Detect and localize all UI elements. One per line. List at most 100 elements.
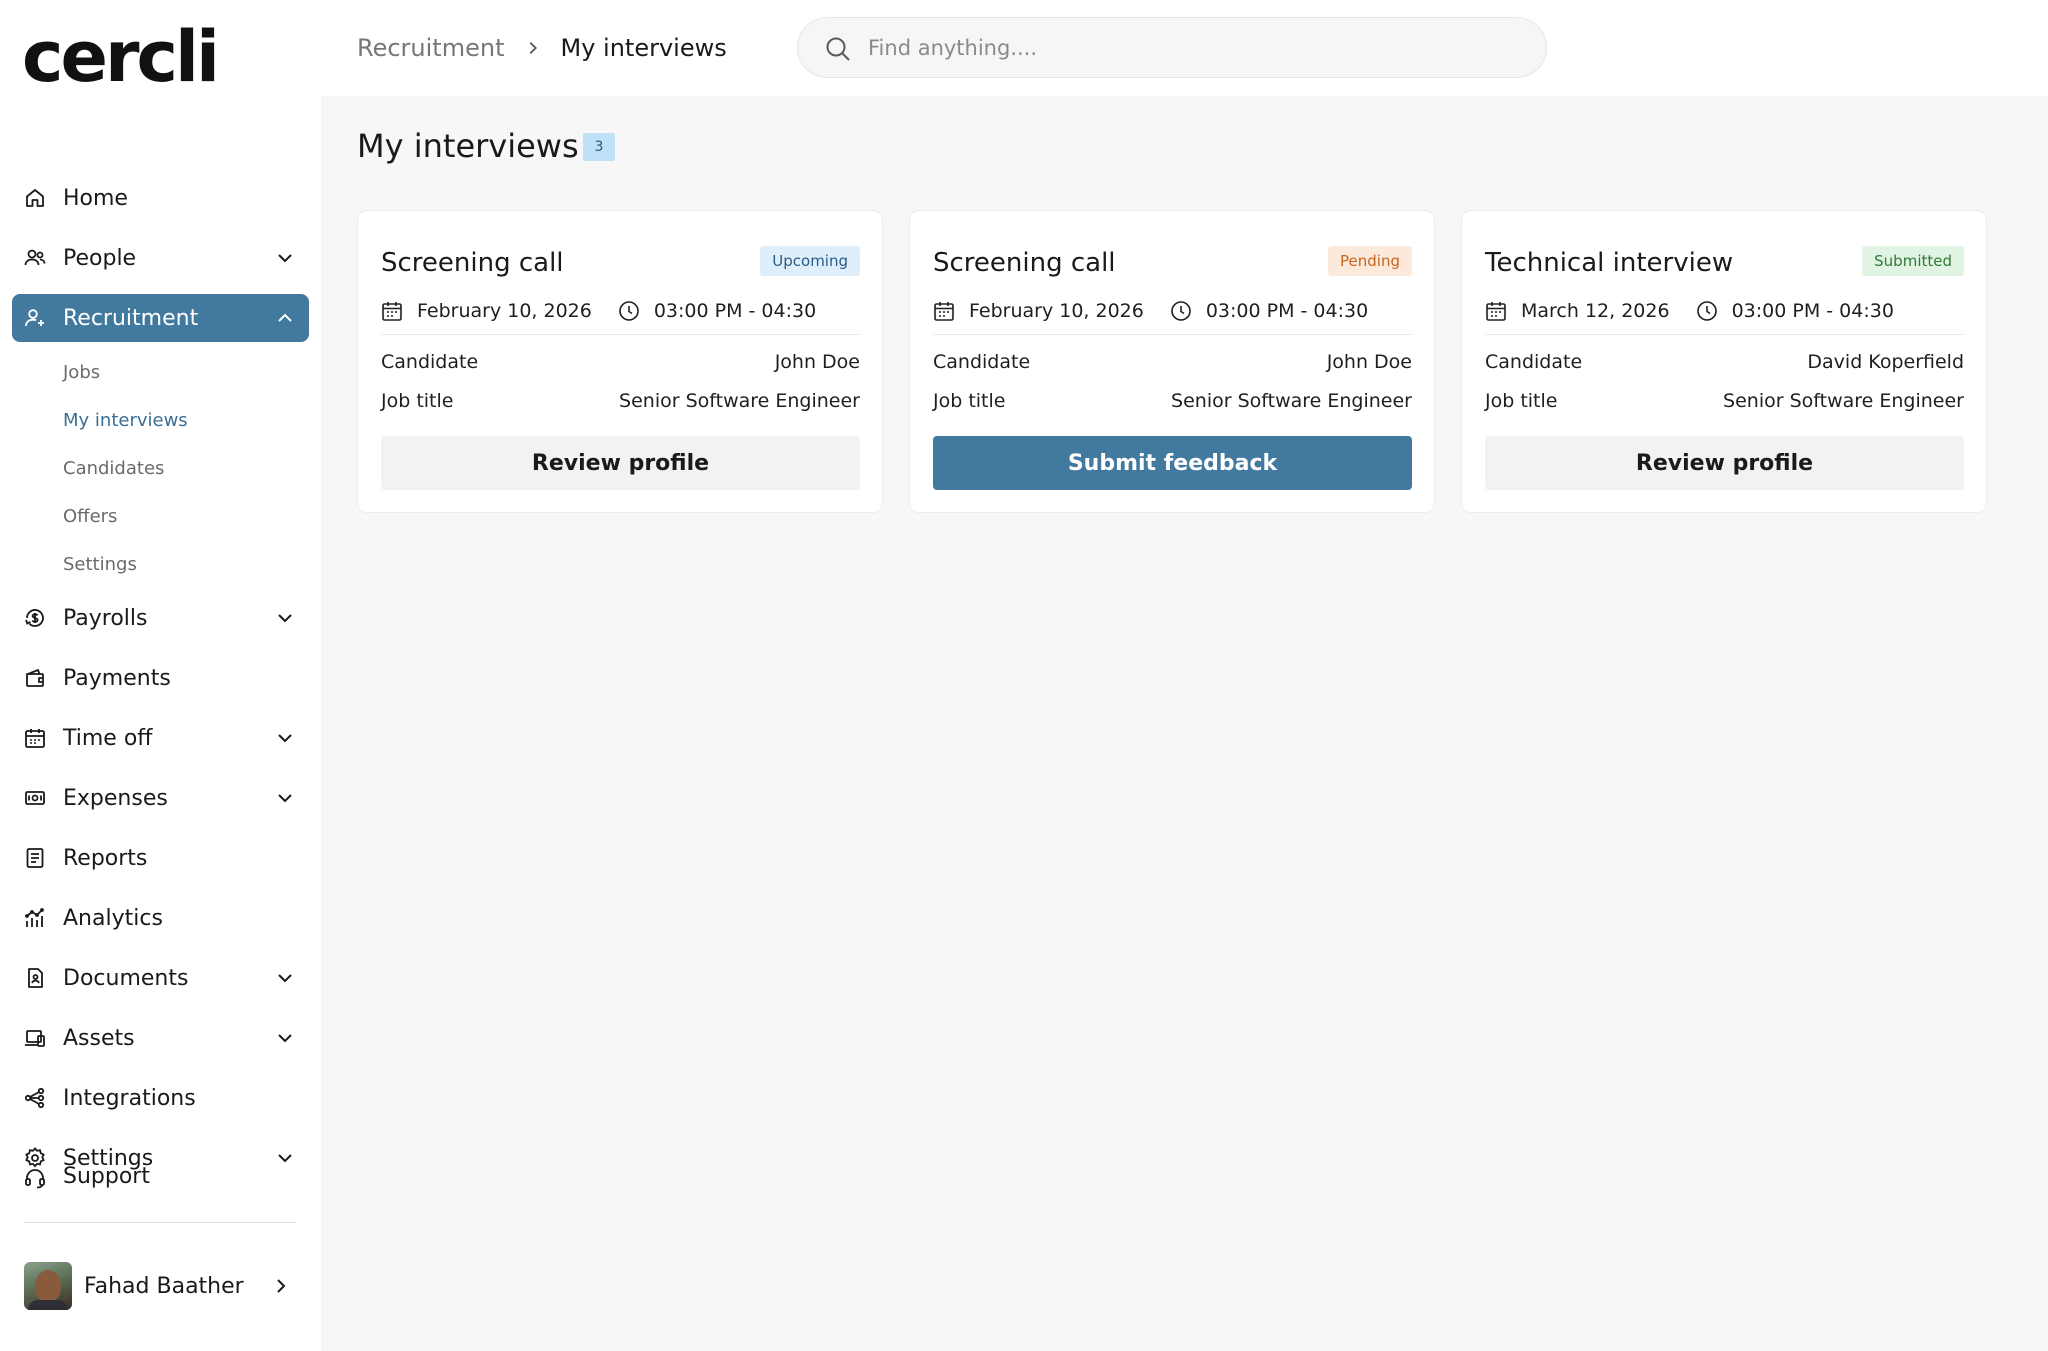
brand-logo[interactable]: cercli bbox=[22, 22, 220, 92]
sidebar-subitem-jobs[interactable]: Jobs bbox=[63, 362, 100, 383]
sidebar-item-expenses[interactable]: Expenses bbox=[12, 774, 309, 822]
sidebar-item-recruitment[interactable]: Recruitment bbox=[12, 294, 309, 342]
sidebar-item-time-off[interactable]: Time off bbox=[12, 714, 309, 762]
chevron-right-icon bbox=[524, 39, 542, 57]
chevron-up-icon[interactable] bbox=[275, 308, 295, 328]
sidebar-item-label: Integrations bbox=[63, 1085, 196, 1111]
sidebar-item-label: Expenses bbox=[63, 785, 168, 811]
expenses-icon bbox=[23, 786, 47, 810]
chevron-down-icon[interactable] bbox=[275, 248, 295, 268]
sidebar-subitem-candidates[interactable]: Candidates bbox=[63, 458, 164, 479]
interview-datetime: February 10, 2026 03:00 PM - 04:30 bbox=[381, 297, 816, 325]
interview-date: February 10, 2026 bbox=[969, 300, 1144, 322]
count-badge: 3 bbox=[583, 133, 615, 161]
avatar-face bbox=[35, 1270, 61, 1302]
candidate-row: Candidate John Doe bbox=[381, 351, 860, 377]
search-input[interactable] bbox=[868, 30, 1518, 66]
sidebar-item-reports[interactable]: Reports bbox=[12, 834, 309, 882]
sidebar-item-integrations[interactable]: Integrations bbox=[12, 1074, 309, 1122]
wallet-icon bbox=[23, 666, 47, 690]
status-badge: Upcoming bbox=[760, 246, 860, 276]
sidebar-item-label: Payrolls bbox=[63, 605, 148, 631]
status-badge: Submitted bbox=[1862, 246, 1964, 276]
sidebar-item-people[interactable]: People bbox=[12, 234, 309, 282]
interview-title: Screening call bbox=[933, 248, 1116, 278]
sidebar-subitem-settings[interactable]: Settings bbox=[63, 554, 137, 575]
sidebar-item-assets[interactable]: Assets bbox=[12, 1014, 309, 1062]
sidebar-divider bbox=[24, 1222, 297, 1223]
sidebar-item-label: Documents bbox=[63, 965, 189, 991]
job-title-row: Job title Senior Software Engineer bbox=[1485, 390, 1964, 416]
chevron-down-icon[interactable] bbox=[275, 608, 295, 628]
job-title-value: Senior Software Engineer bbox=[619, 390, 860, 412]
candidate-row: Candidate John Doe bbox=[933, 351, 1412, 377]
calendar-icon bbox=[381, 300, 403, 322]
interview-card: Screening call Upcoming February 10, 202… bbox=[357, 210, 883, 513]
sidebar-item-analytics[interactable]: Analytics bbox=[12, 894, 309, 942]
sidebar-item-support[interactable]: Support bbox=[12, 1152, 309, 1200]
clock-icon bbox=[1170, 300, 1192, 322]
sidebar-subitem-my-interviews[interactable]: My interviews bbox=[63, 410, 188, 431]
search-bar[interactable] bbox=[797, 17, 1547, 78]
sidebar-item-documents[interactable]: Documents bbox=[12, 954, 309, 1002]
recruitment-icon bbox=[23, 306, 47, 330]
sidebar: cercli Home People Recruitment Jobs My i… bbox=[0, 0, 321, 1351]
candidate-name: John Doe bbox=[774, 351, 860, 373]
integrations-icon bbox=[23, 1086, 47, 1110]
sidebar-item-label: Home bbox=[63, 185, 128, 211]
calendar-icon bbox=[1485, 300, 1507, 322]
review-profile-button[interactable]: Review profile bbox=[381, 436, 860, 490]
interview-datetime: March 12, 2026 03:00 PM - 04:30 bbox=[1485, 297, 1894, 325]
divider bbox=[933, 334, 1412, 335]
sidebar-item-label: Recruitment bbox=[63, 305, 199, 331]
user-name: Fahad Baather bbox=[84, 1274, 244, 1299]
sidebar-item-payments[interactable]: Payments bbox=[12, 654, 309, 702]
avatar-shirt bbox=[28, 1300, 68, 1310]
job-title-label: Job title bbox=[1485, 390, 1558, 412]
documents-icon bbox=[23, 966, 47, 990]
breadcrumb-parent[interactable]: Recruitment bbox=[357, 34, 504, 62]
job-title-value: Senior Software Engineer bbox=[1171, 390, 1412, 412]
chevron-right-icon[interactable] bbox=[271, 1276, 291, 1296]
breadcrumb-current: My interviews bbox=[560, 34, 727, 62]
job-title-row: Job title Senior Software Engineer bbox=[381, 390, 860, 416]
interview-time: 03:00 PM - 04:30 bbox=[1731, 300, 1894, 322]
divider bbox=[381, 334, 860, 335]
interview-card: Screening call Pending February 10, 2026… bbox=[909, 210, 1435, 513]
candidate-row: Candidate David Koperfield bbox=[1485, 351, 1964, 377]
payrolls-icon bbox=[23, 606, 47, 630]
candidate-label: Candidate bbox=[381, 351, 479, 373]
chevron-down-icon[interactable] bbox=[275, 968, 295, 988]
job-title-label: Job title bbox=[381, 390, 454, 412]
interview-date: March 12, 2026 bbox=[1521, 300, 1670, 322]
sidebar-item-label: Reports bbox=[63, 845, 148, 871]
clock-icon bbox=[618, 300, 640, 322]
support-icon bbox=[23, 1166, 47, 1190]
assets-icon bbox=[23, 1026, 47, 1050]
sidebar-item-label: Analytics bbox=[63, 905, 163, 931]
breadcrumb: Recruitment My interviews bbox=[357, 32, 727, 64]
chevron-down-icon[interactable] bbox=[275, 788, 295, 808]
clock-icon bbox=[1696, 300, 1718, 322]
user-profile[interactable]: Fahad Baather bbox=[24, 1262, 297, 1312]
home-icon bbox=[23, 186, 47, 210]
sidebar-subitem-offers[interactable]: Offers bbox=[63, 506, 117, 527]
review-profile-button[interactable]: Review profile bbox=[1485, 436, 1964, 490]
interview-date: February 10, 2026 bbox=[417, 300, 592, 322]
interview-time: 03:00 PM - 04:30 bbox=[653, 300, 817, 322]
sidebar-item-label: Time off bbox=[63, 725, 153, 751]
chevron-down-icon[interactable] bbox=[275, 1028, 295, 1048]
candidate-label: Candidate bbox=[933, 351, 1031, 373]
sidebar-item-label: People bbox=[63, 245, 137, 271]
status-badge: Pending bbox=[1328, 246, 1412, 276]
job-title-label: Job title bbox=[933, 390, 1006, 412]
sidebar-item-home[interactable]: Home bbox=[12, 174, 309, 222]
interview-title: Screening call bbox=[381, 248, 564, 278]
job-title-row: Job title Senior Software Engineer bbox=[933, 390, 1412, 416]
sidebar-item-label: Payments bbox=[63, 665, 171, 691]
candidate-name: John Doe bbox=[1326, 351, 1412, 373]
interview-time: 03:00 PM - 04:30 bbox=[1205, 300, 1369, 322]
sidebar-item-payrolls[interactable]: Payrolls bbox=[12, 594, 309, 642]
chevron-down-icon[interactable] bbox=[275, 728, 295, 748]
submit-feedback-button[interactable]: Submit feedback bbox=[933, 436, 1412, 490]
